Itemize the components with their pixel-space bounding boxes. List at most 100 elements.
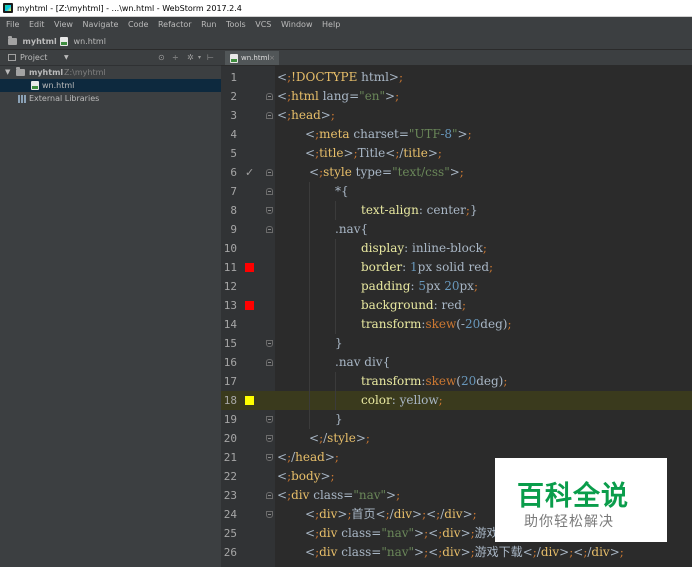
color-preview-marker[interactable]: [245, 396, 254, 405]
gear-icon[interactable]: ✲: [187, 50, 194, 65]
code-line[interactable]: 20 <;/style>;: [221, 429, 692, 448]
fold-marker-icon[interactable]: [266, 454, 273, 461]
fold-marker-icon[interactable]: [266, 226, 273, 233]
code-line[interactable]: 5 <;title>;Title<;/title>;: [221, 144, 692, 163]
code-text: <;style type="text/css">;: [309, 165, 464, 179]
code-text: <;html lang="en">;: [277, 89, 400, 103]
fold-marker-icon[interactable]: [266, 169, 273, 176]
fold-marker-icon[interactable]: [266, 511, 273, 518]
window-title: myhtml - [Z:\myhtml] - ...\wn.html - Web…: [17, 4, 242, 13]
tree-item-wn-html[interactable]: wn.html: [0, 79, 221, 92]
dropdown-arrow-icon[interactable]: ▼: [64, 50, 69, 65]
line-number: 15: [223, 337, 237, 350]
code-line[interactable]: 19}: [221, 410, 692, 429]
code-line[interactable]: 11 border: 1px solid red;: [221, 258, 692, 277]
fold-marker-icon[interactable]: [266, 207, 273, 214]
code-line[interactable]: 10 display: inline-block;: [221, 239, 692, 258]
code-line[interactable]: 16 .nav div{: [221, 353, 692, 372]
window-titlebar: myhtml - [Z:\myhtml] - ...\wn.html - Web…: [0, 0, 692, 17]
code-line[interactable]: 7 *{: [221, 182, 692, 201]
fold-marker-icon[interactable]: [266, 112, 273, 119]
line-number: 1: [230, 71, 237, 84]
sync-icon[interactable]: ⊙: [158, 50, 165, 65]
code-line[interactable]: 3 <;head>;: [221, 106, 692, 125]
indent-guide: [309, 182, 310, 429]
code-text: <;head>;: [277, 108, 335, 122]
fold-marker-icon[interactable]: [266, 359, 273, 366]
tab-wn-html[interactable]: wn.html ×: [225, 51, 279, 65]
code-text: background: red;: [361, 298, 467, 312]
menu-navigate[interactable]: Navigate: [83, 20, 119, 29]
menu-refactor[interactable]: Refactor: [158, 20, 192, 29]
code-text: display: inline-block;: [361, 241, 487, 255]
line-number: 5: [230, 147, 237, 160]
line-number: 26: [223, 546, 237, 559]
fold-marker-icon[interactable]: [266, 435, 273, 442]
tree-item-external-libraries[interactable]: External Libraries: [0, 92, 221, 105]
code-line[interactable]: 4 <;meta charset="UTF-8">;: [221, 125, 692, 144]
hide-panel-icon[interactable]: ⊢: [207, 50, 214, 65]
menu-help[interactable]: Help: [322, 20, 340, 29]
fold-marker-icon[interactable]: [266, 93, 273, 100]
fold-marker-icon[interactable]: [266, 188, 273, 195]
line-number: 13: [223, 299, 237, 312]
gear-dropdown-icon[interactable]: ▾: [198, 50, 201, 65]
line-number: 21: [223, 451, 237, 464]
folder-icon: [8, 36, 17, 45]
line-number: 6: [230, 166, 237, 179]
code-text: .nav{: [335, 222, 369, 236]
html-file-icon: [230, 54, 238, 63]
project-view-label[interactable]: Project: [20, 50, 47, 65]
line-number: 4: [230, 128, 237, 141]
code-text: <;/style>;: [309, 431, 370, 445]
code-line[interactable]: 17 transform:skew(20deg);: [221, 372, 692, 391]
code-line[interactable]: 2 <;html lang="en">;: [221, 87, 692, 106]
folder-icon: [16, 67, 25, 76]
editor-tab-bar: wn.html ×: [221, 50, 692, 66]
code-line[interactable]: 15}: [221, 334, 692, 353]
code-line[interactable]: 8 text-align: center;}: [221, 201, 692, 220]
indent-guide: [335, 239, 336, 334]
code-line[interactable]: 6 ✓ <;style type="text/css">;: [221, 163, 692, 182]
fold-marker-icon[interactable]: [266, 340, 273, 347]
color-preview-marker[interactable]: [245, 263, 254, 272]
collapse-all-icon[interactable]: ÷: [172, 50, 179, 65]
check-icon: ✓: [245, 166, 255, 179]
code-line[interactable]: 13 background: red;: [221, 296, 692, 315]
code-line[interactable]: 9 .nav{: [221, 220, 692, 239]
code-text: <;div>;首页<;/div>;<;/div>;: [305, 507, 477, 521]
indent-guide: [335, 201, 336, 220]
tree-item-path: Z:\myhtml: [64, 68, 106, 77]
menu-tools[interactable]: Tools: [226, 20, 246, 29]
library-icon: [18, 95, 27, 103]
menu-file[interactable]: File: [6, 20, 19, 29]
line-number: 23: [223, 489, 237, 502]
menu-window[interactable]: Window: [281, 20, 313, 29]
code-line[interactable]: 26 <;div class="nav">;<;div>;游戏下载<;/div>;…: [221, 543, 692, 562]
menu-vcs[interactable]: VCS: [255, 20, 271, 29]
code-line[interactable]: 12 padding: 5px 20px;: [221, 277, 692, 296]
fold-marker-icon[interactable]: [266, 492, 273, 499]
menu-edit[interactable]: Edit: [29, 20, 45, 29]
close-icon[interactable]: ×: [269, 51, 275, 65]
tree-item-myhtml[interactable]: ▼ myhtml Z:\myhtml: [0, 66, 221, 79]
code-text: <;/head>;: [277, 450, 339, 464]
fold-marker-icon[interactable]: [266, 416, 273, 423]
menu-view[interactable]: View: [54, 20, 73, 29]
code-line[interactable]: 1 <;!DOCTYPE html>;: [221, 68, 692, 87]
breadcrumb-file[interactable]: wn.html: [60, 33, 106, 50]
code-line[interactable]: 14 transform:skew(-20deg);: [221, 315, 692, 334]
menu-run[interactable]: Run: [201, 20, 216, 29]
line-number: 14: [223, 318, 237, 331]
code-line[interactable]: 18 color: yellow;: [221, 391, 692, 410]
line-number: 7: [230, 185, 237, 198]
line-number: 9: [230, 223, 237, 236]
breadcrumb-project[interactable]: myhtml: [8, 33, 57, 50]
expand-arrow-icon[interactable]: ▼: [5, 66, 10, 79]
menu-code[interactable]: Code: [128, 20, 148, 29]
line-number: 16: [223, 356, 237, 369]
color-preview-marker[interactable]: [245, 301, 254, 310]
line-number: 3: [230, 109, 237, 122]
line-number: 19: [223, 413, 237, 426]
html-file-icon: [31, 81, 39, 90]
